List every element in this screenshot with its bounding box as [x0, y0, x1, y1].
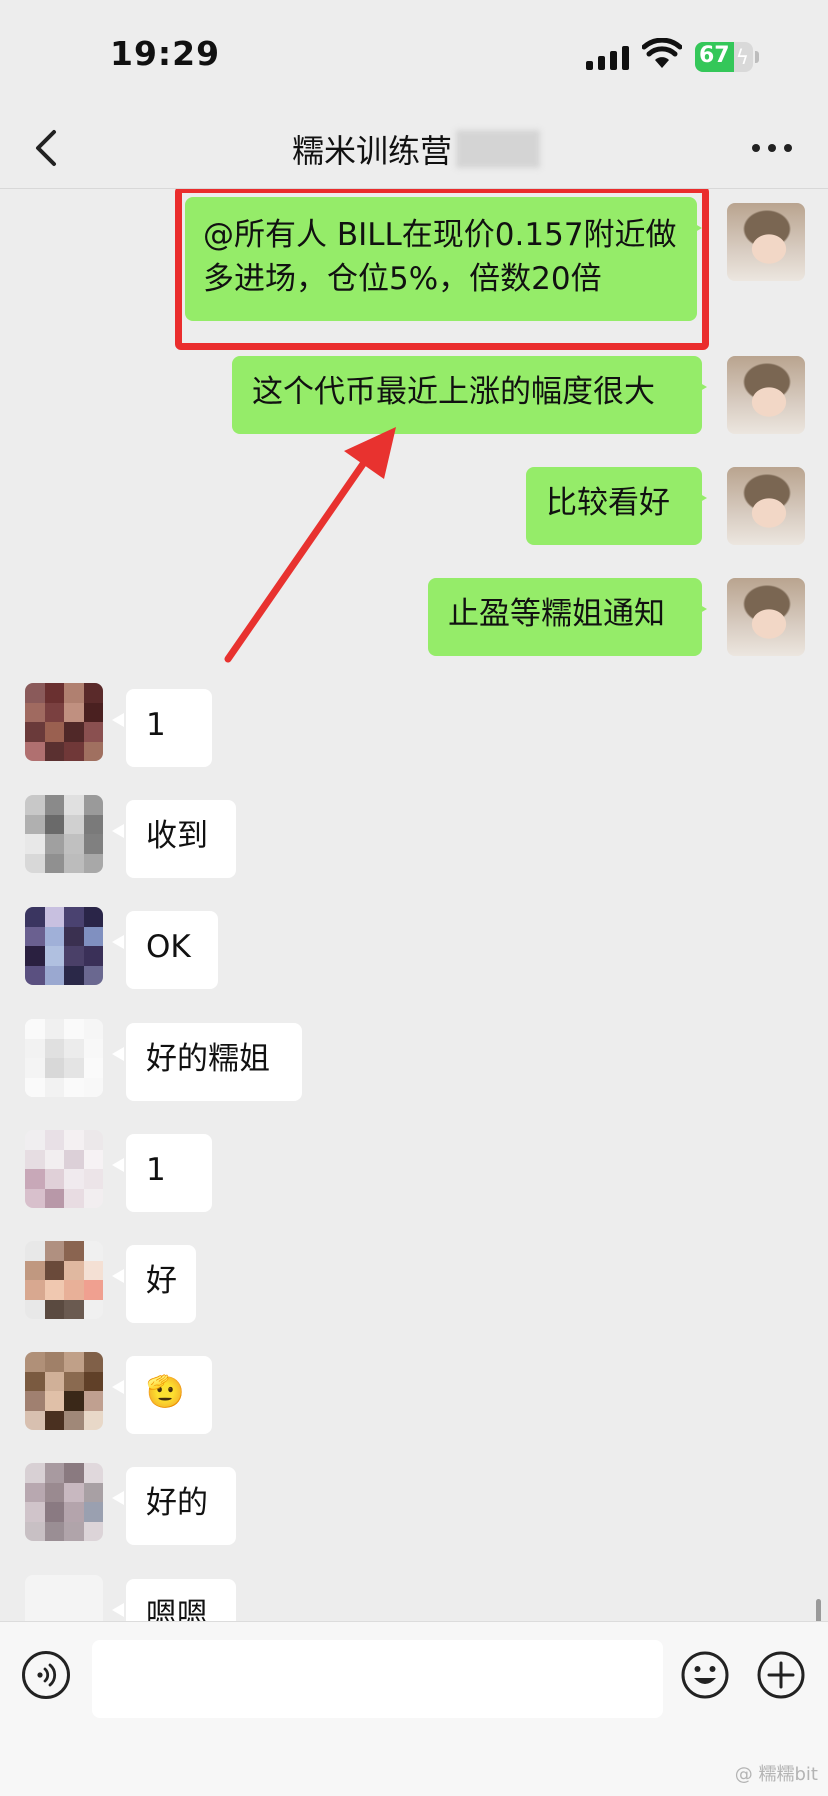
member-message-bubble[interactable]: 1 — [112, 1134, 212, 1212]
salute-emoji: 🫡 — [146, 1374, 185, 1410]
title-mosaic — [456, 130, 540, 168]
message-text: 好的 — [146, 1485, 208, 1521]
my-avatar[interactable] — [727, 356, 805, 434]
my-avatar[interactable] — [727, 203, 805, 281]
member-avatar[interactable] — [25, 1575, 103, 1621]
voice-icon[interactable] — [22, 1651, 70, 1699]
member-message-bubble[interactable]: 好的糯姐 — [112, 1023, 302, 1101]
charging-bolt-icon: ϟ — [735, 45, 749, 69]
message-text: 止盈等糯姐通知 — [448, 596, 665, 632]
member-avatar[interactable] — [25, 1130, 103, 1208]
member-message-bubble[interactable]: 🫡 — [112, 1356, 212, 1434]
message-input[interactable] — [92, 1640, 663, 1718]
member-avatar[interactable] — [25, 907, 103, 985]
chevron-left-icon[interactable] — [28, 128, 64, 168]
cellular-signal-icon — [586, 46, 630, 70]
member-message-bubble[interactable]: 好 — [112, 1245, 196, 1323]
message-text: 比较看好 — [546, 485, 670, 521]
message-text: OK — [146, 929, 191, 965]
member-message-bubble[interactable]: 嗯嗯 — [112, 1579, 236, 1621]
battery-icon: 67 ϟ — [695, 42, 753, 72]
my-message-bubble[interactable]: 比较看好 — [526, 467, 707, 545]
chat-header: 糯米训练营 — [0, 110, 828, 189]
member-message-bubble[interactable]: OK — [112, 911, 218, 989]
member-avatar[interactable] — [25, 1352, 103, 1430]
member-avatar[interactable] — [25, 1463, 103, 1541]
message-text: 好 — [146, 1263, 177, 1299]
member-message-bubble[interactable]: 收到 — [112, 800, 236, 878]
plus-icon[interactable] — [756, 1650, 806, 1700]
chat-area[interactable]: @所有人 BILL在现价0.157附近做 多进场，仓位5%，倍数20倍 这个代币… — [0, 189, 828, 1621]
battery-level: 67 — [699, 43, 730, 68]
input-bar: @ 糯糯bit — [0, 1621, 828, 1796]
status-bar: 19:29 67 ϟ — [0, 0, 828, 110]
message-text: 多进场，仓位5%，倍数20倍 — [203, 261, 602, 297]
more-dots-icon[interactable] — [752, 144, 794, 154]
emoji-icon[interactable] — [680, 1650, 730, 1700]
message-text: 嗯嗯 — [146, 1597, 208, 1621]
my-avatar[interactable] — [727, 467, 805, 545]
chat-title: 糯米训练营 — [292, 132, 453, 170]
message-text: @所有人 BILL在现价0.157附近做 — [203, 217, 677, 253]
member-message-bubble[interactable]: 1 — [112, 689, 212, 767]
message-text: 收到 — [146, 818, 208, 854]
my-message-bubble[interactable]: 这个代币最近上涨的幅度很大 — [232, 356, 707, 434]
watermark: @ 糯糯bit — [734, 1764, 818, 1785]
my-message-bubble[interactable]: 止盈等糯姐通知 — [428, 578, 707, 656]
message-text: 这个代币最近上涨的幅度很大 — [252, 374, 655, 410]
message-text: 好的糯姐 — [146, 1041, 270, 1077]
wifi-icon — [642, 38, 682, 68]
message-text: 1 — [146, 1152, 166, 1188]
my-message-bubble[interactable]: @所有人 BILL在现价0.157附近做 多进场，仓位5%，倍数20倍 — [185, 197, 702, 321]
my-avatar[interactable] — [727, 578, 805, 656]
member-avatar[interactable] — [25, 1019, 103, 1097]
scrollbar[interactable] — [816, 1599, 821, 1621]
member-avatar[interactable] — [25, 795, 103, 873]
member-message-bubble[interactable]: 好的 — [112, 1467, 236, 1545]
member-avatar[interactable] — [25, 683, 103, 761]
message-text: 1 — [146, 707, 166, 743]
status-time: 19:29 — [110, 34, 221, 73]
member-avatar[interactable] — [25, 1241, 103, 1319]
battery-tip — [755, 51, 759, 63]
